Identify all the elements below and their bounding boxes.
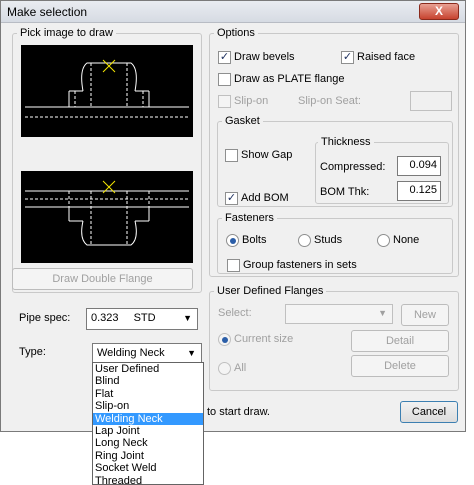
type-option[interactable]: User Defined: [93, 363, 203, 375]
make-selection-dialog: Make selection X Pick image to draw Draw…: [0, 0, 466, 432]
close-button[interactable]: X: [419, 3, 459, 20]
pipe-spec-label: Pipe spec:: [19, 312, 71, 324]
draw-as-plate-label: Draw as PLATE flange: [234, 73, 345, 85]
thickness-label: Thickness: [318, 136, 374, 148]
raised-face-label: Raised face: [357, 51, 416, 63]
show-gap-label: Show Gap: [241, 149, 293, 161]
add-bom-label: Add BOM: [241, 192, 289, 204]
bolts-label: Bolts: [242, 234, 267, 246]
none-label: None: [393, 234, 420, 246]
type-option[interactable]: Socket Weld: [93, 462, 203, 474]
pipe-spec-value: 0.323: [91, 312, 119, 324]
slip-on-seat-label: Slip-on Seat:: [298, 95, 361, 107]
chevron-down-icon[interactable]: ▼: [183, 313, 192, 323]
user-defined-select[interactable]: ▼: [285, 304, 393, 324]
slip-on-seat-input[interactable]: [410, 91, 452, 111]
type-dropdown-list[interactable]: User Defined Blind Flat Slip-on Welding Neck…: [92, 362, 204, 485]
draw-bevels-label: Draw bevels: [234, 51, 295, 63]
draw-bevels-checkbox[interactable]: ✓: [218, 51, 231, 64]
group-fasteners-label: Group fasteners in sets: [243, 259, 357, 271]
studs-label: Studs: [314, 234, 343, 246]
type-option[interactable]: Blind: [93, 375, 203, 387]
preview-outline: [81, 220, 137, 246]
all-label: All: [234, 362, 247, 374]
preview-outline: [81, 62, 137, 92]
delete-button[interactable]: Delete: [351, 355, 449, 377]
studs-radio[interactable]: [298, 234, 311, 247]
detail-button[interactable]: Detail: [351, 330, 449, 352]
type-option[interactable]: Lap Joint: [93, 425, 203, 437]
status-text: to start draw.: [207, 406, 270, 418]
chevron-down-icon[interactable]: ▼: [187, 348, 196, 358]
current-size-radio[interactable]: [218, 333, 231, 346]
type-option[interactable]: Slip-on: [93, 400, 203, 412]
bom-thk-input[interactable]: 0.125: [397, 181, 441, 201]
slip-on-checkbox[interactable]: [218, 95, 231, 108]
add-bom-checkbox[interactable]: ✓: [225, 192, 238, 205]
group-fasteners-checkbox[interactable]: [227, 259, 240, 272]
pipe-spec-combo[interactable]: 0.323 STD ▼: [86, 308, 198, 330]
draw-as-plate-checkbox[interactable]: [218, 73, 231, 86]
title-bar[interactable]: Make selection X: [1, 1, 465, 23]
type-selected-value: Welding Neck: [97, 347, 165, 359]
bolts-radio[interactable]: [226, 234, 239, 247]
type-option[interactable]: Threaded: [93, 475, 203, 484]
current-size-label: Current size: [234, 333, 294, 345]
none-radio[interactable]: [377, 234, 390, 247]
compressed-input[interactable]: 0.094: [397, 156, 441, 176]
compressed-label: Compressed:: [320, 161, 386, 173]
user-defined-flanges-label: User Defined Flanges: [214, 285, 327, 297]
window-title: Make selection: [7, 5, 88, 19]
cancel-button[interactable]: Cancel: [400, 401, 458, 423]
bom-thk-label: BOM Thk:: [320, 186, 370, 198]
type-option[interactable]: Ring Joint: [93, 450, 203, 462]
pick-image-label: Pick image to draw: [17, 27, 116, 39]
type-option[interactable]: Flat: [93, 388, 203, 400]
all-radio[interactable]: [218, 362, 231, 375]
select-label: Select:: [218, 307, 252, 319]
gasket-label: Gasket: [222, 115, 263, 127]
new-button[interactable]: New: [401, 304, 449, 326]
type-option[interactable]: Long Neck: [93, 437, 203, 449]
raised-face-checkbox[interactable]: ✓: [341, 51, 354, 64]
slip-on-label: Slip-on: [234, 95, 269, 107]
type-option[interactable]: Welding Neck: [93, 412, 203, 425]
chevron-down-icon[interactable]: ▼: [378, 308, 387, 318]
options-label: Options: [214, 27, 258, 39]
pipe-spec-suffix: STD: [133, 312, 156, 324]
type-label: Type:: [19, 346, 46, 358]
draw-double-flange-button[interactable]: Draw Double Flange: [12, 268, 193, 290]
show-gap-checkbox[interactable]: [225, 149, 238, 162]
flange-preview-double[interactable]: [21, 171, 193, 263]
fasteners-label: Fasteners: [222, 212, 277, 224]
flange-preview-single[interactable]: [21, 45, 193, 137]
